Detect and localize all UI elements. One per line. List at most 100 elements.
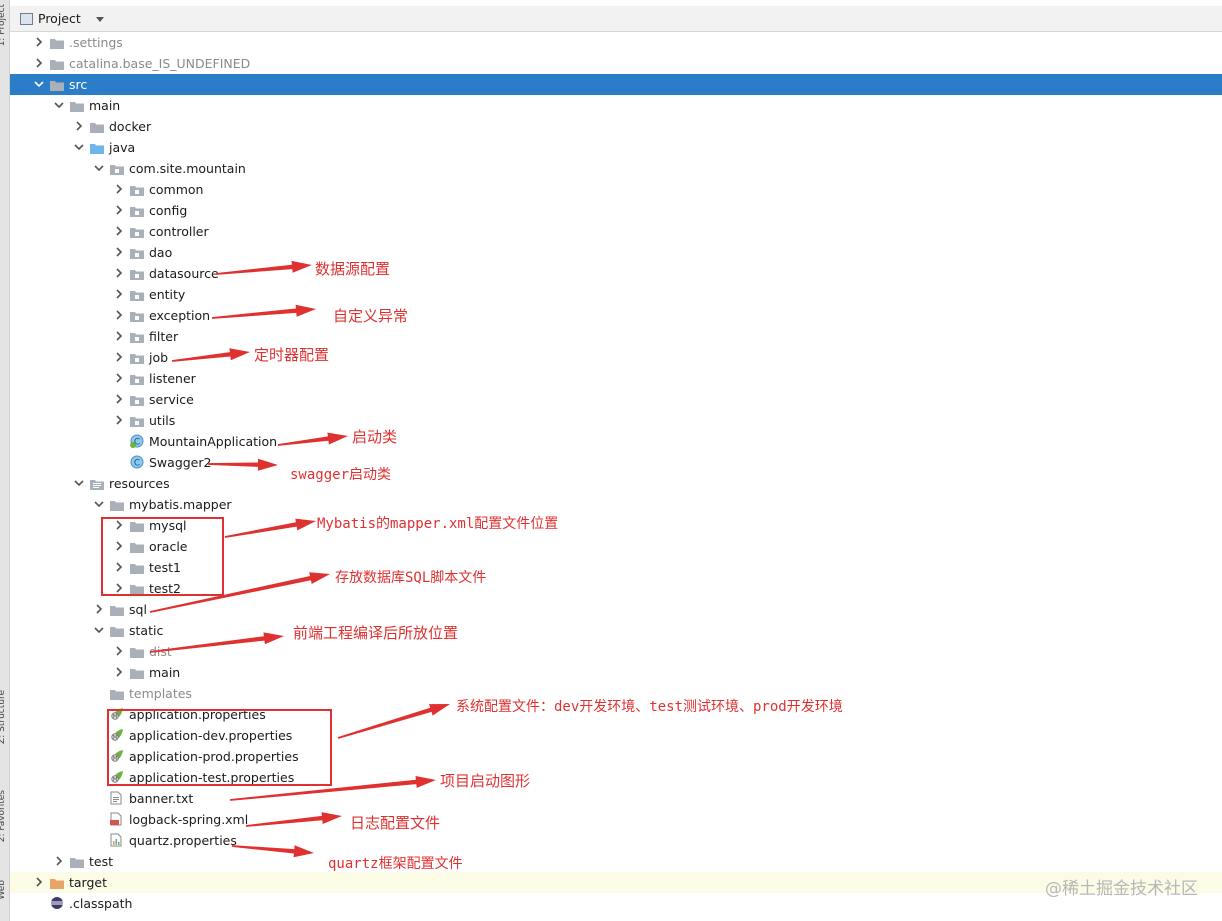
tree-row[interactable]: java	[10, 137, 1222, 158]
chevron-down-icon[interactable]	[94, 625, 104, 635]
text-file-icon	[110, 791, 124, 805]
tree-row[interactable]: service	[10, 389, 1222, 410]
tree-row[interactable]: banner.txt	[10, 788, 1222, 809]
chevron-right-icon[interactable]	[114, 541, 124, 551]
tree-row-label: quartz.properties	[129, 833, 237, 848]
tree-row[interactable]: listener	[10, 368, 1222, 389]
chevron-right-icon[interactable]	[114, 310, 124, 320]
folder-icon	[130, 583, 144, 595]
tree-row[interactable]: entity	[10, 284, 1222, 305]
tree-row-label: dist	[149, 644, 172, 659]
tree-row-label: catalina.base_IS_UNDEFINED	[69, 56, 251, 71]
tree-row[interactable]: test1	[10, 557, 1222, 578]
tree-row[interactable]: Mapplication-dev.properties	[10, 725, 1222, 746]
tree-row[interactable]: dist	[10, 641, 1222, 662]
tree-row-label: resources	[109, 476, 170, 491]
tree-row-label: main	[89, 98, 121, 113]
strip-tab-project[interactable]: 1: Project	[0, 4, 9, 46]
tree-row[interactable]: src	[10, 74, 1222, 95]
chevron-down-icon[interactable]	[94, 499, 104, 509]
tree-row[interactable]: test	[10, 851, 1222, 872]
tree-row[interactable]: mysql	[10, 515, 1222, 536]
chevron-right-icon[interactable]	[114, 184, 124, 194]
tree-row[interactable]: Mapplication-test.properties	[10, 767, 1222, 788]
chevron-right-icon[interactable]	[114, 520, 124, 530]
strip-tab-favorites[interactable]: 2: Favorites	[0, 790, 9, 842]
strip-tab-web[interactable]: Web	[0, 880, 9, 900]
tree-row[interactable]: resources	[10, 473, 1222, 494]
chevron-right-icon[interactable]	[114, 226, 124, 236]
tree-row-label: utils	[149, 413, 176, 428]
project-view-title[interactable]: Project	[38, 11, 81, 26]
tree-row-label: application-test.properties	[129, 770, 295, 785]
chevron-right-icon[interactable]	[54, 856, 64, 866]
tree-row[interactable]: job	[10, 347, 1222, 368]
chevron-down-icon[interactable]	[94, 163, 104, 173]
tree-row[interactable]: sql	[10, 599, 1222, 620]
tree-row[interactable]: C MountainApplication	[10, 431, 1222, 452]
tree-row-label: job	[149, 350, 169, 365]
chevron-right-icon[interactable]	[34, 877, 44, 887]
chevron-right-icon[interactable]	[114, 562, 124, 572]
chevron-right-icon[interactable]	[114, 583, 124, 593]
tree-row[interactable]: com.site.mountain	[10, 158, 1222, 179]
chevron-right-icon[interactable]	[114, 373, 124, 383]
tree-row-label: target	[69, 875, 108, 890]
tree-row[interactable]: target	[10, 872, 1222, 893]
chevron-down-icon[interactable]	[74, 478, 84, 488]
tree-row[interactable]: logback-spring.xml	[10, 809, 1222, 830]
tree-row[interactable]: common	[10, 179, 1222, 200]
tree-row[interactable]: test2	[10, 578, 1222, 599]
package-icon	[130, 226, 144, 238]
chevron-right-icon[interactable]	[114, 415, 124, 425]
tree-row[interactable]: config	[10, 200, 1222, 221]
tree-row[interactable]: dao	[10, 242, 1222, 263]
chevron-right-icon[interactable]	[114, 205, 124, 215]
chevron-right-icon[interactable]	[74, 121, 84, 131]
chevron-right-icon[interactable]	[114, 268, 124, 278]
tree-row-label: .classpath	[69, 896, 133, 911]
tree-row[interactable]: exception	[10, 305, 1222, 326]
tree-row[interactable]: .settings	[10, 32, 1222, 53]
tree-row[interactable]: Mapplication-prod.properties	[10, 746, 1222, 767]
tree-row[interactable]: mybatis.mapper	[10, 494, 1222, 515]
chevron-right-icon[interactable]	[34, 37, 44, 47]
tree-row-label: templates	[129, 686, 192, 701]
tree-row-label: test	[89, 854, 114, 869]
chevron-right-icon[interactable]	[114, 394, 124, 404]
tree-row[interactable]: main	[10, 662, 1222, 683]
tree-row[interactable]: docker	[10, 116, 1222, 137]
tree-row[interactable]: utils	[10, 410, 1222, 431]
chevron-down-icon[interactable]	[54, 100, 64, 110]
tree-row[interactable]: filter	[10, 326, 1222, 347]
tree-row[interactable]: C Swagger2	[10, 452, 1222, 473]
strip-tab-structure[interactable]: Z: Structure	[0, 690, 9, 744]
tree-row-label: datasource	[149, 266, 219, 281]
tree-row[interactable]: templates	[10, 683, 1222, 704]
tree-row[interactable]: static	[10, 620, 1222, 641]
tree-row[interactable]: catalina.base_IS_UNDEFINED	[10, 53, 1222, 74]
chevron-down-icon[interactable]	[96, 17, 104, 22]
folder-icon	[110, 625, 124, 637]
chevron-down-icon[interactable]	[74, 142, 84, 152]
tree-row[interactable]: datasource	[10, 263, 1222, 284]
chevron-right-icon[interactable]	[114, 289, 124, 299]
tree-row[interactable]: .classpath	[10, 893, 1222, 914]
chevron-down-icon[interactable]	[34, 79, 44, 89]
tree-row[interactable]: main	[10, 95, 1222, 116]
tree-row-label: controller	[149, 224, 209, 239]
chevron-right-icon[interactable]	[114, 646, 124, 656]
chevron-right-icon[interactable]	[114, 247, 124, 257]
chevron-right-icon[interactable]	[94, 604, 104, 614]
tree-row-label: oracle	[149, 539, 188, 554]
tree-row[interactable]: quartz.properties	[10, 830, 1222, 851]
svg-text:M: M	[113, 756, 117, 762]
chevron-right-icon[interactable]	[114, 352, 124, 362]
chevron-right-icon[interactable]	[34, 58, 44, 68]
chevron-right-icon[interactable]	[114, 667, 124, 677]
tree-row[interactable]: Mapplication.properties	[10, 704, 1222, 725]
tree-row-label: static	[129, 623, 164, 638]
tree-row[interactable]: oracle	[10, 536, 1222, 557]
chevron-right-icon[interactable]	[114, 331, 124, 341]
tree-row[interactable]: controller	[10, 221, 1222, 242]
